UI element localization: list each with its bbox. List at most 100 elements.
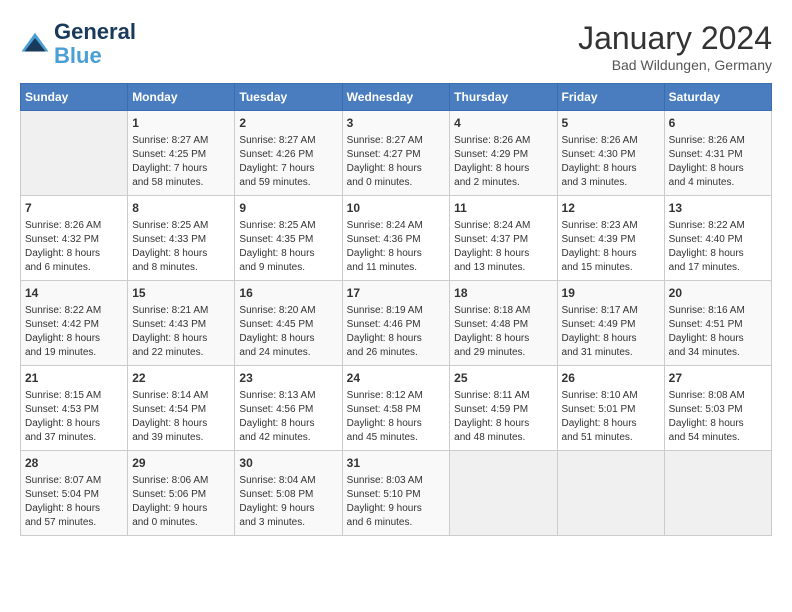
day-number: 1 — [132, 115, 230, 132]
calendar-cell: 2 Sunrise: 8:27 AMSunset: 4:26 PMDaylight… — [235, 111, 342, 196]
calendar-cell: 17Sunrise: 8:19 AMSunset: 4:46 PMDayligh… — [342, 281, 450, 366]
calendar-cell: 5 Sunrise: 8:26 AMSunset: 4:30 PMDaylight… — [557, 111, 664, 196]
logo-icon — [20, 29, 50, 59]
header-cell-saturday: Saturday — [664, 84, 771, 111]
day-number: 3 — [347, 115, 446, 132]
day-info: Sunrise: 8:23 AMSunset: 4:39 PMDaylight:… — [562, 219, 660, 275]
day-info: Sunrise: 8:22 AMSunset: 4:42 PMDaylight:… — [25, 304, 123, 360]
logo-text: GeneralBlue — [54, 20, 136, 68]
calendar-week-row: 7Sunrise: 8:26 AMSunset: 4:32 PMDaylight… — [21, 196, 772, 281]
day-number: 15 — [132, 285, 230, 302]
day-number: 23 — [239, 370, 337, 387]
calendar-cell: 9 Sunrise: 8:25 AMSunset: 4:35 PMDaylight… — [235, 196, 342, 281]
calendar-cell: 25 Sunrise: 8:11 AMSunset: 4:59 PMDayligh… — [450, 366, 557, 451]
day-number: 19 — [562, 285, 660, 302]
calendar-cell — [450, 451, 557, 536]
day-info: Sunrise: 8:04 AMSunset: 5:08 PMDaylight:… — [239, 474, 337, 530]
calendar-week-row: 14 Sunrise: 8:22 AMSunset: 4:42 PMDayligh… — [21, 281, 772, 366]
calendar-cell: 6 Sunrise: 8:26 AMSunset: 4:31 PMDaylight… — [664, 111, 771, 196]
day-info: Sunrise: 8:16 AMSunset: 4:51 PMDaylight:… — [669, 304, 767, 360]
header-cell-monday: Monday — [128, 84, 235, 111]
day-info: Sunrise: 8:12 AMSunset: 4:58 PMDaylight:… — [347, 389, 446, 445]
day-info: Sunrise: 8:07 AMSunset: 5:04 PMDaylight:… — [25, 474, 123, 530]
calendar-cell — [664, 451, 771, 536]
day-info: Sunrise: 8:22 AMSunset: 4:40 PMDaylight:… — [669, 219, 767, 275]
calendar-cell: 20 Sunrise: 8:16 AMSunset: 4:51 PMDayligh… — [664, 281, 771, 366]
day-info: Sunrise: 8:19 AMSunset: 4:46 PMDaylight:… — [347, 304, 446, 360]
day-number: 30 — [239, 455, 337, 472]
calendar-cell: 15 Sunrise: 8:21 AMSunset: 4:43 PMDayligh… — [128, 281, 235, 366]
calendar-cell: 13 Sunrise: 8:22 AMSunset: 4:40 PMDayligh… — [664, 196, 771, 281]
day-info: Sunrise: 8:03 AMSunset: 5:10 PMDaylight:… — [347, 474, 446, 530]
day-number: 2 — [239, 115, 337, 132]
day-number: 24 — [347, 370, 446, 387]
calendar-cell: 3 Sunrise: 8:27 AMSunset: 4:27 PMDaylight… — [342, 111, 450, 196]
day-info: Sunrise: 8:24 AMSunset: 4:36 PMDaylight:… — [347, 219, 446, 275]
header-cell-sunday: Sunday — [21, 84, 128, 111]
calendar-cell: 24 Sunrise: 8:12 AMSunset: 4:58 PMDayligh… — [342, 366, 450, 451]
day-number: 5 — [562, 115, 660, 132]
day-number: 28 — [25, 455, 123, 472]
day-number: 21 — [25, 370, 123, 387]
calendar-cell: 12 Sunrise: 8:23 AMSunset: 4:39 PMDayligh… — [557, 196, 664, 281]
calendar-cell: 31 Sunrise: 8:03 AMSunset: 5:10 PMDayligh… — [342, 451, 450, 536]
day-number: 12 — [562, 200, 660, 217]
day-info: Sunrise: 8:06 AMSunset: 5:06 PMDaylight:… — [132, 474, 230, 530]
calendar-week-row: 1 Sunrise: 8:27 AMSunset: 4:25 PMDaylight… — [21, 111, 772, 196]
calendar-cell: 27Sunrise: 8:08 AMSunset: 5:03 PMDayligh… — [664, 366, 771, 451]
header-cell-tuesday: Tuesday — [235, 84, 342, 111]
day-number: 4 — [454, 115, 552, 132]
header-cell-thursday: Thursday — [450, 84, 557, 111]
header-cell-friday: Friday — [557, 84, 664, 111]
calendar-cell — [557, 451, 664, 536]
day-number: 14 — [25, 285, 123, 302]
day-info: Sunrise: 8:20 AMSunset: 4:45 PMDaylight:… — [239, 304, 337, 360]
day-number: 29 — [132, 455, 230, 472]
day-info: Sunrise: 8:21 AMSunset: 4:43 PMDaylight:… — [132, 304, 230, 360]
day-info: Sunrise: 8:17 AMSunset: 4:49 PMDaylight:… — [562, 304, 660, 360]
day-info: Sunrise: 8:26 AMSunset: 4:30 PMDaylight:… — [562, 134, 660, 190]
calendar-cell: 1 Sunrise: 8:27 AMSunset: 4:25 PMDaylight… — [128, 111, 235, 196]
day-number: 6 — [669, 115, 767, 132]
calendar-cell: 19 Sunrise: 8:17 AMSunset: 4:49 PMDayligh… — [557, 281, 664, 366]
day-number: 11 — [454, 200, 552, 217]
day-info: Sunrise: 8:10 AMSunset: 5:01 PMDaylight:… — [562, 389, 660, 445]
day-info: Sunrise: 8:25 AMSunset: 4:35 PMDaylight:… — [239, 219, 337, 275]
day-info: Sunrise: 8:27 AMSunset: 4:26 PMDaylight:… — [239, 134, 337, 190]
day-number: 22 — [132, 370, 230, 387]
calendar-cell: 14 Sunrise: 8:22 AMSunset: 4:42 PMDayligh… — [21, 281, 128, 366]
day-number: 27 — [669, 370, 767, 387]
day-number: 18 — [454, 285, 552, 302]
calendar-cell: 4 Sunrise: 8:26 AMSunset: 4:29 PMDaylight… — [450, 111, 557, 196]
calendar-table: SundayMondayTuesdayWednesdayThursdayFrid… — [20, 83, 772, 536]
calendar-cell: 23 Sunrise: 8:13 AMSunset: 4:56 PMDayligh… — [235, 366, 342, 451]
calendar-cell: 10Sunrise: 8:24 AMSunset: 4:36 PMDayligh… — [342, 196, 450, 281]
calendar-cell: 29 Sunrise: 8:06 AMSunset: 5:06 PMDayligh… — [128, 451, 235, 536]
calendar-cell: 18Sunrise: 8:18 AMSunset: 4:48 PMDayligh… — [450, 281, 557, 366]
day-info: Sunrise: 8:27 AMSunset: 4:27 PMDaylight:… — [347, 134, 446, 190]
day-number: 25 — [454, 370, 552, 387]
calendar-cell — [21, 111, 128, 196]
page-header: GeneralBlue January 2024 Bad Wildungen, … — [20, 20, 772, 73]
day-number: 9 — [239, 200, 337, 217]
calendar-week-row: 21 Sunrise: 8:15 AMSunset: 4:53 PMDayligh… — [21, 366, 772, 451]
day-info: Sunrise: 8:26 AMSunset: 4:29 PMDaylight:… — [454, 134, 552, 190]
day-info: Sunrise: 8:24 AMSunset: 4:37 PMDaylight:… — [454, 219, 552, 275]
day-number: 20 — [669, 285, 767, 302]
day-number: 13 — [669, 200, 767, 217]
day-number: 8 — [132, 200, 230, 217]
calendar-cell: 8Sunrise: 8:25 AMSunset: 4:33 PMDaylight… — [128, 196, 235, 281]
day-info: Sunrise: 8:15 AMSunset: 4:53 PMDaylight:… — [25, 389, 123, 445]
calendar-cell: 11 Sunrise: 8:24 AMSunset: 4:37 PMDayligh… — [450, 196, 557, 281]
calendar-header-row: SundayMondayTuesdayWednesdayThursdayFrid… — [21, 84, 772, 111]
month-title: January 2024 — [578, 20, 772, 57]
day-info: Sunrise: 8:26 AMSunset: 4:31 PMDaylight:… — [669, 134, 767, 190]
day-info: Sunrise: 8:26 AMSunset: 4:32 PMDaylight:… — [25, 219, 123, 275]
day-info: Sunrise: 8:11 AMSunset: 4:59 PMDaylight:… — [454, 389, 552, 445]
day-info: Sunrise: 8:14 AMSunset: 4:54 PMDaylight:… — [132, 389, 230, 445]
day-info: Sunrise: 8:13 AMSunset: 4:56 PMDaylight:… — [239, 389, 337, 445]
day-info: Sunrise: 8:27 AMSunset: 4:25 PMDaylight:… — [132, 134, 230, 190]
day-number: 31 — [347, 455, 446, 472]
day-number: 16 — [239, 285, 337, 302]
day-number: 26 — [562, 370, 660, 387]
